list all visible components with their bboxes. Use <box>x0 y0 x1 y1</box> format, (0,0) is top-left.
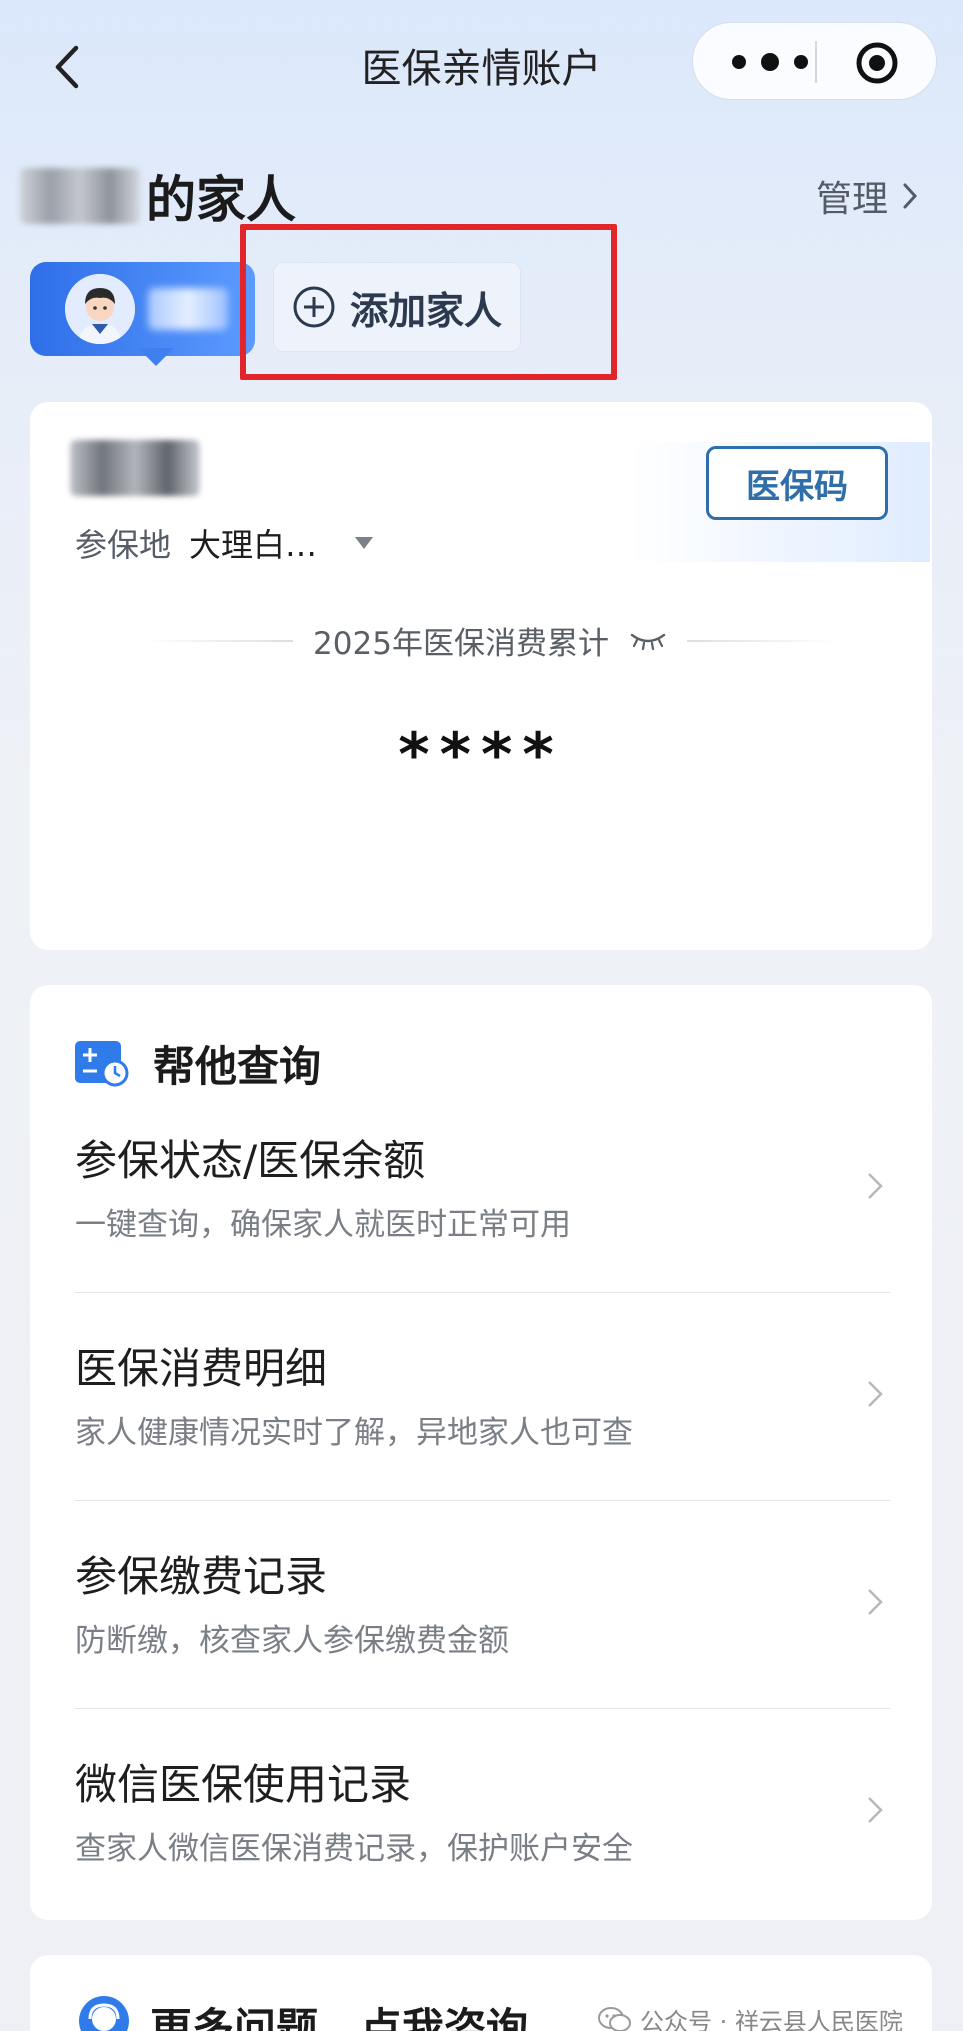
location-value: 大理白… <box>189 526 318 564</box>
spend-label: 2025年医保消费累计 <box>313 626 609 662</box>
query-item-title: 医保消费明细 <box>75 1344 328 1393</box>
blurred-user-name <box>20 168 140 224</box>
query-item-consumption-details[interactable]: 医保消费明细 家人健康情况实时了解，异地家人也可查 <box>75 1293 890 1501</box>
chevron-right-icon <box>868 1173 883 1199</box>
capsule-divider <box>815 41 817 83</box>
query-item-subtitle: 家人健康情况实时了解，异地家人也可查 <box>75 1415 633 1451</box>
family-title-text: 的家人 <box>146 171 296 229</box>
location-label: 参保地 <box>75 526 172 564</box>
query-item-payment-records[interactable]: 参保缴费记录 防断缴，核查家人参保缴费金额 <box>75 1501 890 1709</box>
wechat-icon <box>598 2006 631 2031</box>
blurred-member-name <box>148 288 228 330</box>
miniprogram-capsule <box>692 22 937 100</box>
customer-service-icon <box>79 1996 129 2031</box>
masked-spend-value: **** <box>398 720 564 790</box>
dropdown-caret-icon <box>355 537 374 549</box>
divider-line <box>143 639 294 642</box>
user-avatar-icon <box>65 274 135 344</box>
red-highlight-box <box>240 224 617 380</box>
query-item-title: 参保缴费记录 <box>75 1552 328 1601</box>
avatar <box>65 274 135 344</box>
spend-summary-header: 2025年医保消费累计 <box>100 618 880 663</box>
medical-insurance-code-button[interactable]: 医保码 <box>706 446 888 520</box>
chevron-right-icon <box>868 1589 883 1615</box>
query-item-insurance-status[interactable]: 参保状态/医保余额 一键查询，确保家人就医时正常可用 <box>75 1085 890 1293</box>
close-miniprogram-icon[interactable] <box>855 41 899 85</box>
chevron-right-icon <box>903 183 918 209</box>
query-item-subtitle: 查家人微信医保消费记录，保护账户安全 <box>75 1831 633 1867</box>
calculator-clock-icon <box>75 1040 129 1086</box>
account-card: 医保码 参保地 大理白… 2025年医保消费累计 **** <box>30 402 932 950</box>
insurance-location-selector[interactable]: 参保地 大理白… <box>75 520 375 566</box>
wechat-official-account-watermark: 公众号 · 祥云县人民医院 <box>590 1998 911 2031</box>
query-item-title: 参保状态/医保余额 <box>75 1136 426 1185</box>
chevron-right-icon <box>868 1797 883 1823</box>
consult-label: 更多问题，点我咨询 <box>150 2004 529 2031</box>
divider-line <box>686 639 837 642</box>
query-item-wechat-usage-records[interactable]: 微信医保使用记录 查家人微信医保消费记录，保护账户安全 <box>75 1709 890 1917</box>
chevron-right-icon <box>868 1381 883 1407</box>
watermark-text: 公众号 · 祥云县人民医院 <box>640 2008 903 2031</box>
family-title: 的家人 <box>20 160 296 232</box>
blurred-account-name <box>70 440 200 496</box>
family-member-chip[interactable] <box>30 262 255 366</box>
more-options-icon[interactable] <box>729 52 811 72</box>
query-item-title: 微信医保使用记录 <box>75 1760 412 1809</box>
query-item-subtitle: 防断缴，核查家人参保缴费金额 <box>75 1623 509 1659</box>
query-item-subtitle: 一键查询，确保家人就医时正常可用 <box>75 1207 571 1243</box>
manage-link[interactable]: 管理 <box>816 170 918 222</box>
eye-closed-icon[interactable] <box>629 631 667 651</box>
manage-label: 管理 <box>816 179 889 220</box>
help-query-card: 帮他查询 参保状态/医保余额 一键查询，确保家人就医时正常可用 医保消费明细 家… <box>30 985 932 1920</box>
